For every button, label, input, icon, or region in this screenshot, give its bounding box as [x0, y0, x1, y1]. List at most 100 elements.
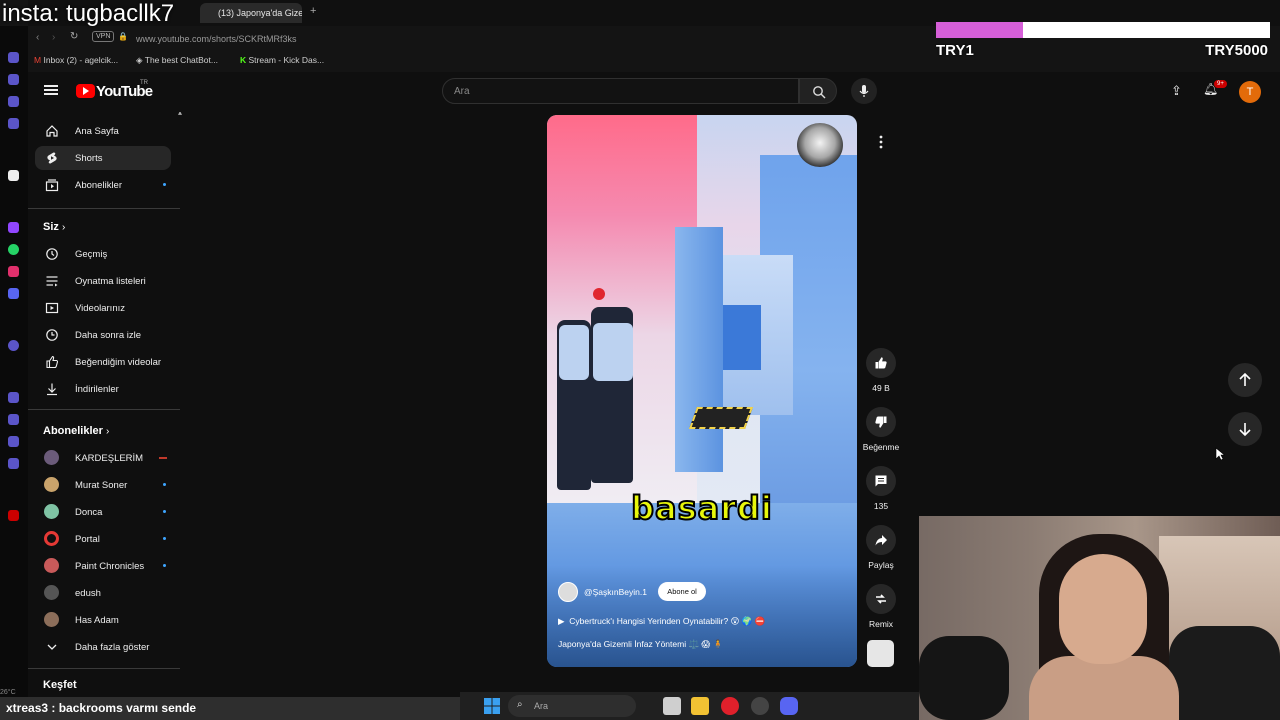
dislike-button[interactable]: Beğenme: [863, 407, 899, 452]
guide-item-subscriptions[interactable]: Abonelikler: [35, 173, 171, 197]
sidebar-app-icon[interactable]: [8, 52, 19, 63]
channel-avatar[interactable]: [558, 582, 578, 602]
video-scene-pillar: [675, 227, 723, 472]
comments-button[interactable]: 135: [866, 466, 896, 511]
webcam-microphone: [919, 636, 1009, 720]
channel-avatar: [44, 504, 59, 519]
video-title[interactable]: Japonya'da Gizemli İnfaz Yöntemi ⚖️ 😱 🧍: [558, 639, 723, 650]
subscribe-button[interactable]: Abone ol: [658, 582, 706, 601]
youtube-logo-icon[interactable]: [76, 84, 95, 98]
like-count: 49 B: [872, 383, 890, 393]
previous-video-button[interactable]: [1228, 363, 1262, 397]
subscription-item[interactable]: Has Adam: [35, 608, 171, 632]
subscription-item[interactable]: Donca: [35, 500, 171, 524]
obs-icon[interactable]: [751, 697, 769, 715]
taskbar-search[interactable]: ⌕ Ara: [508, 695, 636, 717]
new-tab-button[interactable]: +: [310, 5, 316, 17]
twitch-icon[interactable]: [8, 222, 19, 233]
search-input[interactable]: Ara: [442, 78, 799, 104]
guard-figure: [559, 325, 589, 380]
back-icon[interactable]: ‹: [36, 32, 39, 43]
reload-icon[interactable]: ↻: [70, 31, 78, 42]
tab-youtube[interactable]: (13) Japonya'da Gizem: [200, 3, 302, 23]
guide-item-downloads[interactable]: İndirilenler: [35, 377, 171, 401]
subscription-item[interactable]: KARDEŞLERİM: [35, 446, 171, 470]
forward-icon[interactable]: ›: [52, 32, 55, 43]
sidebar-app-icon[interactable]: [8, 510, 19, 521]
video-scene-window: [717, 305, 761, 370]
bookmark-kick[interactable]: K Stream - Kick Das...: [240, 55, 324, 65]
goal-end-label: TRY5000: [1205, 42, 1268, 59]
discord-icon[interactable]: [780, 697, 798, 715]
guide-section-you[interactable]: Siz ›: [43, 221, 65, 233]
history-icon[interactable]: [8, 414, 19, 425]
your-videos-icon: [45, 302, 59, 314]
task-view-icon[interactable]: [663, 697, 681, 715]
menu-icon[interactable]: [44, 85, 58, 95]
more-options-button[interactable]: [867, 128, 895, 156]
stream-overlay-handle: insta: tugbacllk7: [2, 0, 175, 27]
instagram-icon[interactable]: [8, 266, 19, 277]
sound-thumbnail[interactable]: [867, 640, 894, 667]
guide-section-explore[interactable]: Keşfet: [43, 679, 77, 691]
account-avatar[interactable]: T: [1239, 81, 1261, 103]
divider: [28, 208, 180, 209]
shorts-player[interactable]: basardi @ŞaşkınBeyin.1 Abone ol ▶ Cybert…: [547, 115, 857, 667]
guide-item-liked[interactable]: Beğendiğim videolar: [35, 350, 171, 374]
playlist-icon: [46, 276, 58, 287]
like-button[interactable]: 49 B: [866, 348, 896, 393]
guide-item-shorts[interactable]: Shorts: [35, 146, 171, 170]
whatsapp-icon[interactable]: [8, 244, 19, 255]
windows-start-icon[interactable]: [484, 698, 500, 714]
subscription-item[interactable]: Murat Soner: [35, 473, 171, 497]
url-field[interactable]: www.youtube.com/shorts/SCKRtMRf3ks: [136, 30, 956, 48]
upload-icon[interactable]: ⇪: [1171, 83, 1182, 99]
channel-name: edush: [75, 588, 101, 599]
sidebar-app-icon[interactable]: [8, 170, 19, 181]
sidebar-app-icon[interactable]: [8, 118, 19, 129]
divider: [28, 668, 180, 669]
sidebar-app-icon[interactable]: [8, 340, 19, 351]
goal-progress-fill: [936, 22, 1023, 38]
remix-button[interactable]: Remix: [866, 584, 896, 629]
subscription-item[interactable]: edush: [35, 581, 171, 605]
scroll-up-icon[interactable]: ▴: [178, 112, 182, 117]
comment-icon: [875, 475, 887, 487]
heart-icon[interactable]: [8, 392, 19, 403]
channel-name: Paint Chronicles: [75, 561, 145, 572]
section-title: Siz: [43, 221, 59, 233]
chevron-right-icon: ›: [61, 222, 66, 233]
vpn-badge[interactable]: VPN: [92, 31, 115, 42]
youtube-header: YouTube TR Ara ⇪ 🔔︎ 9+ T: [28, 72, 1280, 112]
share-button[interactable]: Paylaş: [866, 525, 896, 570]
sidebar-app-icon[interactable]: [8, 436, 19, 447]
region-code: TR: [140, 80, 148, 86]
discord-icon[interactable]: [8, 288, 19, 299]
sidebar-app-icon[interactable]: [8, 74, 19, 85]
guide-item-home[interactable]: Ana Sayfa: [35, 119, 171, 143]
bookmark-gmail[interactable]: M Inbox (2) - agelcik...: [34, 55, 118, 65]
subscription-item[interactable]: Portal: [35, 527, 171, 551]
search-button[interactable]: [799, 78, 837, 104]
voice-search-button[interactable]: [851, 78, 877, 104]
show-more-button[interactable]: Daha fazla göster: [35, 635, 171, 659]
file-explorer-icon[interactable]: [691, 697, 709, 715]
sidebar-app-icon[interactable]: [8, 96, 19, 107]
guide-section-subscriptions[interactable]: Abonelikler ›: [43, 425, 109, 437]
guide-item-playlists[interactable]: Oynatma listeleri: [35, 269, 171, 293]
next-video-button[interactable]: [1228, 412, 1262, 446]
subscriptions-icon: [45, 179, 59, 192]
opera-icon[interactable]: [721, 697, 739, 715]
guide-item-watch-later[interactable]: Daha sonra izle: [35, 323, 171, 347]
guide-item-label: Geçmiş: [75, 249, 108, 260]
channel-name[interactable]: @ŞaşkınBeyin.1: [584, 587, 647, 597]
settings-icon[interactable]: [8, 458, 19, 469]
guide-item-history[interactable]: Geçmiş: [35, 242, 171, 266]
guide-item-label: Daha sonra izle: [75, 330, 142, 341]
bookmark-chatbot[interactable]: ◈ The best ChatBot...: [136, 55, 218, 66]
subscription-item[interactable]: Paint Chronicles: [35, 554, 171, 578]
live-indicator: [159, 457, 167, 459]
suggested-video-link[interactable]: ▶ Cybertruck'ı Hangisi Yerinden Oynatabi…: [558, 616, 765, 627]
guide-item-your-videos[interactable]: Videolarınız: [35, 296, 171, 320]
brain-logo: [797, 123, 843, 167]
